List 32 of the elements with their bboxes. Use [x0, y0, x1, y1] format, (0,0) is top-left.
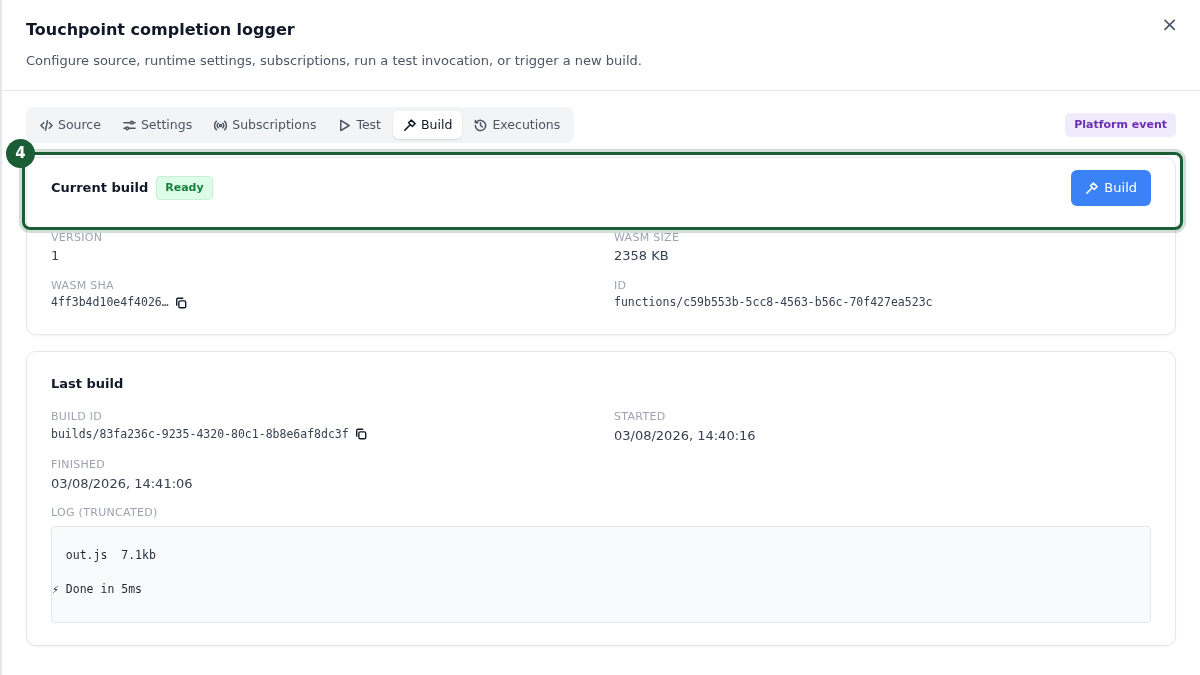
tab[interactable]: Source: [30, 110, 111, 140]
log-line: out.js 7.1kb: [64, 546, 157, 564]
field-value: 1: [51, 247, 60, 266]
build-button[interactable]: Build: [1071, 170, 1151, 206]
tab[interactable]: Subscriptions: [204, 110, 327, 140]
tab[interactable]: Build: [393, 110, 463, 140]
tab[interactable]: Settings: [112, 110, 203, 140]
step-badge: 4: [6, 139, 35, 168]
dialog-subtitle: Configure source, runtime settings, subscriptions, run a test invocation, or trigger a new build.: [26, 52, 643, 71]
field-value: 4ff3b4d10e4f4026…: [51, 294, 169, 312]
field-value: 03/08/2026, 14:41:06: [51, 474, 193, 493]
tab[interactable]: Test: [328, 110, 392, 140]
card-title: Current build: [51, 179, 149, 198]
event-type-badge: Platform event: [1065, 112, 1176, 138]
field-label: VERSION: [51, 229, 104, 246]
field-label: LOG (TRUNCATED): [51, 505, 159, 522]
field-value: builds/83fa236c-9235-4320-80c1-8b8e6af8dc3f: [51, 425, 349, 443]
field-value: functions/c59b553b-5cc8-4563-b56c-70f427ea523c: [614, 294, 933, 312]
close-button[interactable]: ×: [1155, 12, 1184, 36]
card-title: Last build: [51, 374, 125, 393]
dialog-title: Touchpoint completion logger: [26, 20, 295, 40]
field-label: BUILD ID: [51, 409, 104, 426]
log-line: ⚡ Done in 5ms: [52, 580, 143, 598]
status-badge: Ready: [156, 175, 213, 201]
tab[interactable]: Executions: [464, 110, 571, 140]
field-label: WASM SHA: [51, 277, 115, 294]
field-value: 03/08/2026, 14:40:16: [614, 426, 756, 445]
field-label: WASM SIZE: [614, 229, 681, 246]
field-value: 2358 KB: [614, 247, 669, 266]
field-label: ID: [614, 277, 628, 294]
field-label: FINISHED: [51, 457, 107, 474]
field-label: STARTED: [614, 409, 667, 426]
